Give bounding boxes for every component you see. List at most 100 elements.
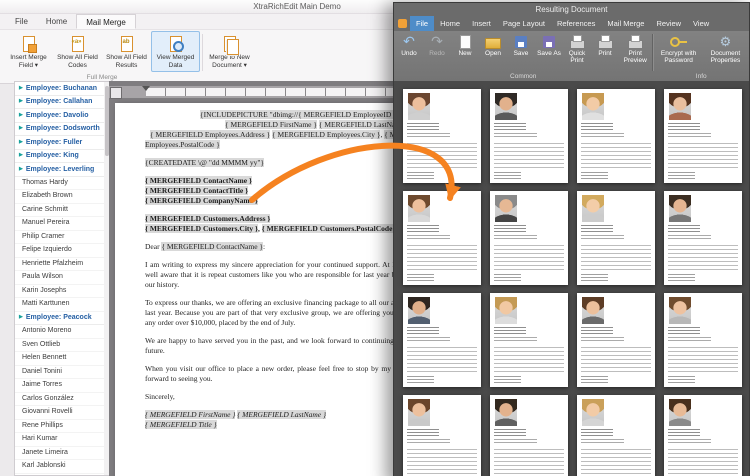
employee-contact-row[interactable]: Carlos González bbox=[15, 393, 109, 406]
employee-group-leverling[interactable]: ▶ Employee: Leverling bbox=[15, 163, 109, 177]
employee-contact-row[interactable]: Paula Wilson bbox=[15, 271, 109, 285]
portrait-photo bbox=[408, 93, 430, 120]
new-button[interactable]: New bbox=[451, 32, 479, 71]
page-thumbnail[interactable] bbox=[403, 191, 481, 285]
employee-group-label: Employee: Dodsworth bbox=[25, 125, 100, 133]
encrypt-with-password-button[interactable]: Encrypt with Password bbox=[654, 32, 702, 71]
employee-contact-row[interactable]: Antonio Moreno bbox=[15, 325, 109, 339]
employee-list: ▶ Employee: Buchanan ▶ Employee: Callahan ▶ E… bbox=[15, 82, 109, 475]
save-button[interactable]: Save bbox=[507, 32, 535, 71]
resulting-tab-page-layout[interactable]: Page Layout bbox=[497, 16, 551, 31]
resulting-tab-view[interactable]: View bbox=[687, 16, 715, 31]
merge-field: { MERGEFIELD ContactTitle } bbox=[145, 186, 249, 195]
page-thumbnail[interactable] bbox=[577, 293, 655, 387]
employee-group-buchanan[interactable]: ▶ Employee: Buchanan bbox=[15, 82, 109, 96]
employee-contact-row[interactable]: Felipe Izquierdo bbox=[15, 244, 109, 258]
employee-contact-row[interactable]: Helen Bennett bbox=[15, 352, 109, 366]
page-thumbnail[interactable] bbox=[490, 293, 568, 387]
portrait-photo bbox=[408, 297, 430, 324]
employee-group-callahan[interactable]: ▶ Employee: Callahan bbox=[15, 96, 109, 109]
employee-contact-row[interactable]: Sven Ottlieb bbox=[15, 339, 109, 352]
employee-contact-row[interactable]: Elizabeth Brown bbox=[15, 190, 109, 204]
redo-button[interactable]: Redo bbox=[423, 32, 451, 71]
employee-contact-row[interactable]: Henriette Pfalzheim bbox=[15, 258, 109, 271]
page-thumbnail[interactable] bbox=[664, 293, 742, 387]
thumb-address-lines bbox=[581, 337, 625, 343]
undo-button[interactable]: Undo bbox=[395, 32, 423, 71]
page-thumbnail[interactable] bbox=[403, 89, 481, 183]
page-thumbnail[interactable] bbox=[664, 89, 742, 183]
view-merged-data-button[interactable]: View Merged Data bbox=[151, 31, 200, 72]
resulting-tab-review[interactable]: Review bbox=[650, 16, 687, 31]
page-thumbnail[interactable] bbox=[664, 191, 742, 285]
save-as-button[interactable]: Save As bbox=[535, 32, 563, 71]
employee-contact-row[interactable]: Karin Josephs bbox=[15, 285, 109, 298]
thumb-heading-lines bbox=[581, 225, 614, 233]
employee-group-peacock[interactable]: ▶ Employee: Peacock bbox=[15, 312, 109, 325]
ribbon-group-common: Undo Redo New Open Save Save As Quick Print Pri… bbox=[395, 32, 651, 81]
open-button[interactable]: Open bbox=[479, 32, 507, 71]
resulting-tab-insert[interactable]: Insert bbox=[466, 16, 497, 31]
employee-group-king[interactable]: ▶ Employee: King bbox=[15, 150, 109, 163]
quick-print-button[interactable]: Quick Print bbox=[563, 32, 591, 71]
employee-contact-row[interactable]: Hari Kumar bbox=[15, 433, 109, 447]
tab-selector-icon[interactable] bbox=[110, 87, 122, 99]
employee-contact-row[interactable]: Jaime Torres bbox=[15, 379, 109, 393]
print-button[interactable]: Print bbox=[591, 32, 619, 71]
page-thumbnail[interactable] bbox=[577, 89, 655, 183]
resulting-tab-mail-merge[interactable]: Mail Merge bbox=[601, 16, 650, 31]
tab-file[interactable]: File bbox=[6, 14, 37, 29]
thumb-body-lines bbox=[407, 245, 477, 271]
resulting-tab-file[interactable]: File bbox=[410, 16, 435, 31]
show-all-field-results-button[interactable]: Show All Field Results bbox=[102, 31, 151, 72]
page-thumbnail[interactable] bbox=[577, 395, 655, 476]
show-all-field-codes-button[interactable]: Show All Field Codes bbox=[53, 31, 102, 72]
page-thumbnail[interactable] bbox=[577, 191, 655, 285]
page-thumbnail[interactable] bbox=[403, 395, 481, 476]
tab-mail-merge[interactable]: Mail Merge bbox=[76, 14, 136, 29]
document-properties-button[interactable]: Document Properties bbox=[703, 32, 748, 71]
employee-contact-row[interactable]: Carine Schmitt bbox=[15, 204, 109, 217]
page-thumbnail[interactable] bbox=[490, 395, 568, 476]
employee-contact-row[interactable]: Rene Phillips bbox=[15, 420, 109, 433]
employee-group-fuller[interactable]: ▶ Employee: Fuller bbox=[15, 136, 109, 150]
employee-contact-row[interactable]: Philip Cramer bbox=[15, 231, 109, 244]
thumb-address-lines bbox=[407, 337, 451, 343]
portrait-photo bbox=[669, 195, 691, 222]
thumb-signature-lines bbox=[407, 172, 434, 179]
employee-group-dodsworth[interactable]: ▶ Employee: Dodsworth bbox=[15, 123, 109, 136]
right-window-titlebar: Resulting Document bbox=[394, 3, 749, 16]
resulting-tab-references[interactable]: References bbox=[551, 16, 601, 31]
employee-contact-row[interactable]: Manuel Pereira bbox=[15, 217, 109, 231]
employee-contact-row[interactable]: Karl Jablonski bbox=[15, 460, 109, 474]
right-ribbon-tabs: File Home Insert Page Layout References Mail … bbox=[394, 16, 749, 31]
employee-contact-row[interactable]: Giovanni Rovelli bbox=[15, 406, 109, 420]
employee-contact-row[interactable]: Matti Karttunen bbox=[15, 298, 109, 312]
employee-contact-row[interactable]: Janete Limeira bbox=[15, 447, 109, 460]
scrollbar-thumb[interactable] bbox=[104, 86, 109, 156]
thumb-signature-lines bbox=[494, 274, 521, 281]
page-thumbnail[interactable] bbox=[664, 395, 742, 476]
chevron-icon: ▶ bbox=[19, 165, 23, 172]
thumb-address-lines bbox=[581, 235, 625, 241]
employee-contact-row[interactable]: Daniel Tonini bbox=[15, 366, 109, 379]
employee-group-label: Employee: Buchanan bbox=[25, 84, 98, 92]
page-thumbnail[interactable] bbox=[403, 293, 481, 387]
show-field-results-icon bbox=[118, 35, 136, 53]
ribbon-group-merge: Merge to New Document ▾ bbox=[205, 31, 254, 83]
app-menu-icon[interactable] bbox=[398, 19, 407, 28]
employee-contact-row[interactable]: Thomas Hardy bbox=[15, 177, 109, 190]
page-thumbnail[interactable] bbox=[490, 191, 568, 285]
indent-marker[interactable] bbox=[142, 86, 150, 91]
employee-group-davolio[interactable]: ▶ Employee: Davolio bbox=[15, 109, 109, 123]
redo-icon bbox=[428, 34, 446, 49]
thumb-heading-lines bbox=[494, 225, 527, 233]
merge-to-new-document-button[interactable]: Merge to New Document ▾ bbox=[205, 31, 254, 72]
tab-home[interactable]: Home bbox=[37, 14, 76, 29]
page-thumbnail[interactable] bbox=[490, 89, 568, 183]
open-icon bbox=[484, 34, 502, 49]
print-preview-button[interactable]: Print Preview bbox=[619, 32, 651, 71]
insert-merge-field-button[interactable]: Insert Merge Field ▾ bbox=[4, 31, 53, 72]
resulting-tab-home[interactable]: Home bbox=[434, 16, 466, 31]
merge-field: { MERGEFIELD Employees.City } bbox=[271, 130, 381, 139]
